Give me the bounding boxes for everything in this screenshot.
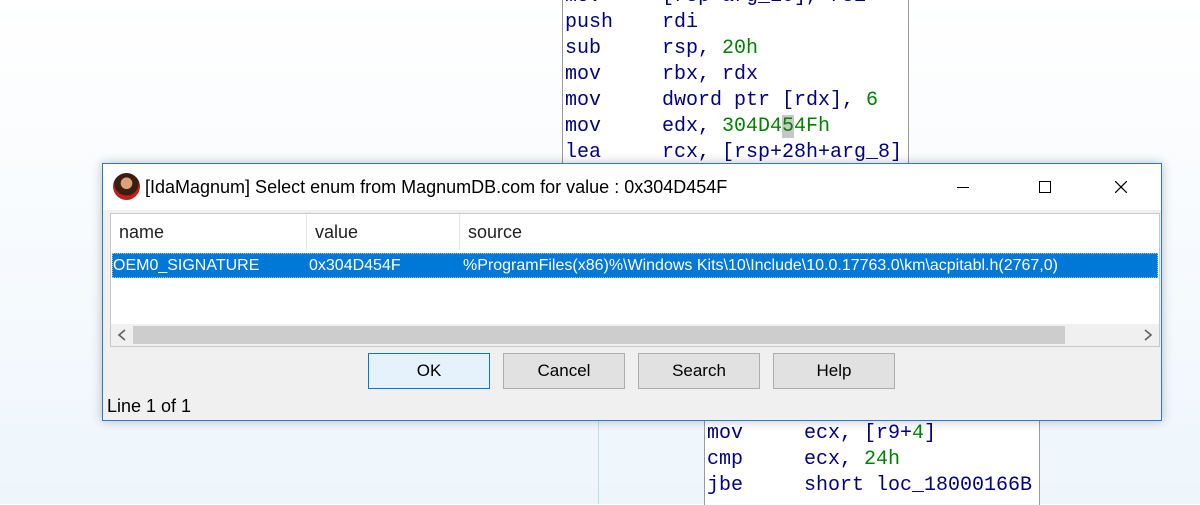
instruction-mnemonic: mov (565, 63, 602, 86)
operand-number: 24h (864, 448, 901, 471)
status-line-count: Line 1 of 1 (107, 396, 192, 416)
instruction-mnemonic: mov (707, 422, 744, 445)
disassembly-line[interactable]: mov edx, 304D454Fh (565, 114, 830, 140)
disassembly-block-bottom[interactable]: mov ecx, [r9+4] cmp ecx, 24h jbe short loc_18… (704, 410, 1040, 505)
disassembly-line[interactable]: mov[rsp+arg_10], rsi (565, 0, 866, 10)
operand-text: rcx, [rsp+28h+arg_8] (662, 141, 903, 164)
operand-text: ecx, [r9+ (804, 422, 913, 445)
operand-text: rdi (662, 11, 699, 34)
operand-number: 304D4 (722, 115, 783, 138)
operand-text: ecx, (804, 448, 865, 471)
column-header-source[interactable]: source (460, 214, 1159, 250)
scroll-right-button[interactable] (1137, 324, 1159, 346)
disassembly-line[interactable]: jbe short loc_18000166B (707, 473, 1032, 499)
disassembly-line[interactable]: cmp ecx, 24h (707, 447, 900, 473)
ok-button[interactable]: OK (368, 353, 490, 389)
enum-results-list[interactable]: name value source OEM0_SIGNATURE 0x304D4… (110, 213, 1160, 347)
disassembly-line[interactable]: mov rbx, rdx (565, 62, 758, 88)
instruction-mnemonic: cmp (707, 448, 744, 471)
horizontal-scrollbar[interactable] (111, 324, 1159, 346)
column-header-value[interactable]: value (307, 214, 460, 250)
maximize-button[interactable] (1022, 164, 1068, 210)
search-button[interactable]: Search (638, 353, 760, 389)
instruction-mnemonic: sub (565, 37, 602, 60)
close-button[interactable] (1098, 164, 1144, 210)
operand-text: rsp, (662, 37, 723, 60)
instruction-mnemonic: mov (565, 89, 602, 112)
row-source-cell: %ProgramFiles(x86)%\Windows Kits\10\Incl… (463, 257, 1058, 274)
ida-magnum-portrait-icon (113, 173, 140, 200)
disassembly-block-top[interactable]: mov[rsp+arg_10], rsipushrdisubrsp, 20hmo… (562, 0, 909, 169)
scroll-left-button[interactable] (111, 324, 133, 346)
cancel-button[interactable]: Cancel (503, 353, 625, 389)
dialog-titlebar[interactable]: [IdaMagnum] Select enum from MagnumDB.co… (103, 164, 1161, 210)
minimize-button[interactable] (940, 164, 986, 210)
instruction-mnemonic: jbe (707, 474, 744, 497)
close-icon (1115, 181, 1127, 193)
operand-text: short loc_18000166B (804, 474, 1033, 497)
help-button[interactable]: Help (773, 353, 895, 389)
disassembly-line[interactable]: sub rsp, 20h (565, 36, 758, 62)
disassembly-line[interactable]: push rdi (565, 10, 698, 36)
operand-text: rbx, rdx (662, 63, 759, 86)
dialog-title: [IdaMagnum] Select enum from MagnumDB.co… (145, 177, 728, 197)
operand-text: edx, (662, 115, 723, 138)
instruction-mnemonic: mov (565, 0, 662, 10)
operand-number: 20h (722, 37, 759, 60)
column-header-name[interactable]: name (111, 214, 307, 250)
minimize-icon (957, 187, 969, 188)
chevron-right-icon (1144, 329, 1153, 341)
operand-number: 4 (912, 422, 925, 445)
scrollbar-thumb[interactable] (133, 326, 1065, 344)
disassembly-line[interactable]: mov dword ptr [rdx], 6 (565, 88, 878, 114)
chevron-left-icon (117, 329, 126, 341)
maximize-icon (1039, 181, 1051, 193)
disassembly-line[interactable]: mov ecx, [r9+4] (707, 421, 936, 447)
row-name-cell: OEM0_SIGNATURE (113, 257, 260, 274)
instruction-mnemonic: mov (565, 115, 602, 138)
operand-text: [rsp+arg_10], rsi (662, 0, 866, 8)
operand-number: 4Fh (794, 115, 831, 138)
operand-number: 5 (782, 115, 795, 138)
select-enum-dialog: [IdaMagnum] Select enum from MagnumDB.co… (102, 163, 1162, 421)
row-value-cell: 0x304D454F (309, 257, 401, 274)
operand-text: dword ptr [rdx], (662, 89, 867, 112)
instruction-mnemonic: push (565, 11, 614, 34)
table-row[interactable]: OEM0_SIGNATURE 0x304D454F %ProgramFiles(… (112, 253, 1158, 278)
operand-number: 6 (866, 89, 879, 112)
operand-text: ] (924, 422, 937, 445)
